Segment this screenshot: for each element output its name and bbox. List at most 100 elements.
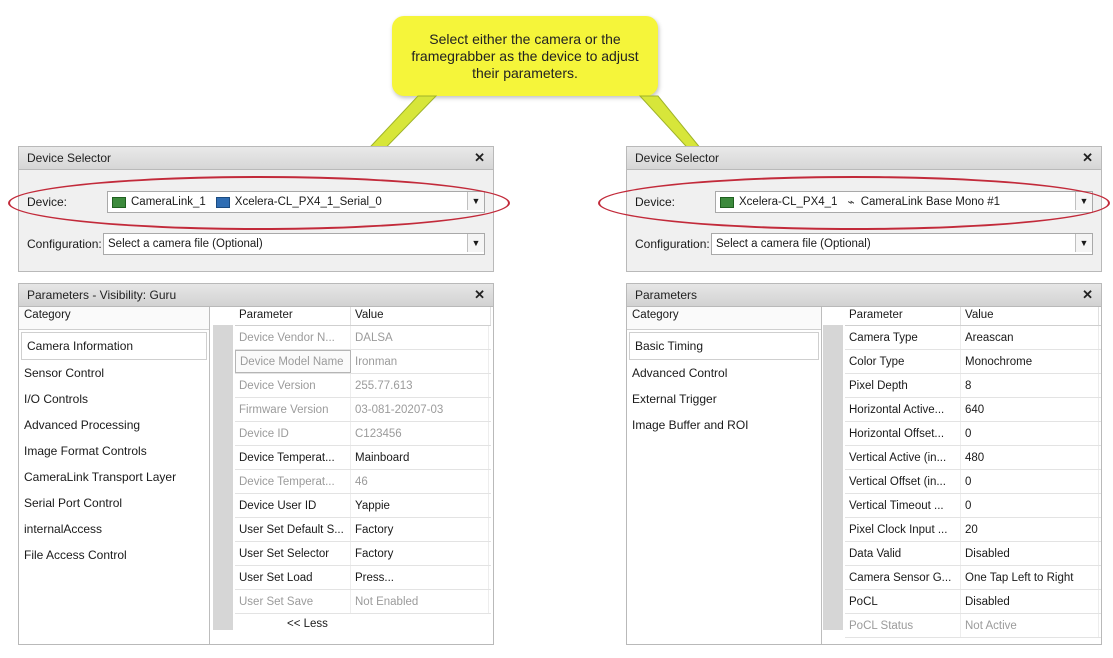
chevron-down-icon[interactable]: ▼ <box>1075 192 1092 210</box>
right-config-combo[interactable]: Select a camera file (Optional) ▼ <box>711 233 1093 255</box>
table-row[interactable]: Device ID C123456 <box>235 422 491 446</box>
table-row[interactable]: PoCL Disabled <box>845 590 1101 614</box>
parameter-value-cell[interactable]: Factory <box>351 542 489 565</box>
parameter-name-cell: Pixel Depth <box>845 374 961 397</box>
parameter-value-cell[interactable]: 03-081-20207-03 <box>351 398 489 421</box>
close-icon[interactable]: ✕ <box>474 287 485 303</box>
category-item[interactable]: Sensor Control <box>19 360 209 386</box>
table-row[interactable]: Device Model Name Ironman <box>235 350 491 374</box>
table-row[interactable]: Horizontal Offset... 0 <box>845 422 1101 446</box>
close-icon[interactable]: ✕ <box>1082 150 1093 166</box>
right-parameters-titlebar: Parameters ✕ <box>627 284 1101 307</box>
parameter-value-cell[interactable]: Factory <box>351 518 489 541</box>
parameter-value-cell[interactable]: Mainboard <box>351 446 489 469</box>
category-item[interactable]: Image Buffer and ROI <box>627 412 821 438</box>
table-row[interactable]: Device Temperat... 46 <box>235 470 491 494</box>
table-row[interactable]: Horizontal Active... 640 <box>845 398 1101 422</box>
camera-device-icon <box>112 196 126 208</box>
parameter-value-cell[interactable]: Areascan <box>961 326 1099 349</box>
table-row[interactable]: Color Type Monochrome <box>845 350 1101 374</box>
table-row[interactable]: Device Version 255.77.613 <box>235 374 491 398</box>
table-row[interactable]: Pixel Depth 8 <box>845 374 1101 398</box>
parameter-value-cell[interactable]: C123456 <box>351 422 489 445</box>
value-column-header: Value <box>351 307 491 325</box>
category-item[interactable]: I/O Controls <box>19 386 209 412</box>
parameter-value-cell[interactable]: 0 <box>961 470 1099 493</box>
less-button[interactable]: << Less <box>235 614 491 630</box>
parameter-value-cell[interactable]: 0 <box>961 422 1099 445</box>
parameter-name-cell: Camera Sensor G... <box>845 566 961 589</box>
parameter-value-cell[interactable]: 8 <box>961 374 1099 397</box>
category-item[interactable]: Serial Port Control <box>19 490 209 516</box>
right-parameters-panel: Parameters ✕ Category Basic Timing Advanc… <box>626 283 1102 645</box>
left-device-selector-title: Device Selector <box>27 151 112 165</box>
left-config-combo[interactable]: Select a camera file (Optional) ▼ <box>103 233 485 255</box>
category-item[interactable]: Image Format Controls <box>19 438 209 464</box>
close-icon[interactable]: ✕ <box>1082 287 1093 303</box>
parameter-name-cell: Device Model Name <box>235 350 351 373</box>
table-row[interactable]: Vertical Offset (in... 0 <box>845 470 1101 494</box>
category-item[interactable]: File Access Control <box>19 542 209 568</box>
parameter-name-cell: Device Vendor N... <box>235 326 351 349</box>
chevron-down-icon[interactable]: ▼ <box>467 234 484 252</box>
category-item[interactable]: Advanced Control <box>627 360 821 386</box>
parameter-name-cell: Data Valid <box>845 542 961 565</box>
parameter-name-cell: User Set Selector <box>235 542 351 565</box>
table-row[interactable]: User Set Save Not Enabled <box>235 590 491 614</box>
table-row[interactable]: Device Temperat... Mainboard <box>235 446 491 470</box>
table-row[interactable]: Data Valid Disabled <box>845 542 1101 566</box>
parameter-value-cell[interactable]: Yappie <box>351 494 489 517</box>
category-item[interactable]: internalAccess <box>19 516 209 542</box>
parameter-value-cell[interactable]: Disabled <box>961 542 1099 565</box>
parameter-name-cell: Color Type <box>845 350 961 373</box>
parameter-value-cell[interactable]: 255.77.613 <box>351 374 489 397</box>
config-label: Configuration: <box>635 237 710 251</box>
chevron-down-icon[interactable]: ▼ <box>467 192 484 210</box>
parameter-value-cell[interactable]: Not Active <box>961 614 1099 637</box>
left-table-header: Parameter Value <box>235 307 491 326</box>
parameter-value-cell[interactable]: Press... <box>351 566 489 589</box>
right-device-combo[interactable]: Xcelera-CL_PX4_1 ⌁ CameraLink Base Mono … <box>715 191 1093 213</box>
parameter-name-cell: Vertical Active (in... <box>845 446 961 469</box>
category-item[interactable]: Camera Information <box>21 332 207 360</box>
parameter-name-cell: Camera Type <box>845 326 961 349</box>
parameter-value-cell[interactable]: Not Enabled <box>351 590 489 613</box>
parameter-value-cell[interactable]: 0 <box>961 494 1099 517</box>
parameter-value-cell[interactable]: DALSA <box>351 326 489 349</box>
parameter-value-cell[interactable]: 46 <box>351 470 489 493</box>
parameter-value-cell[interactable]: 480 <box>961 446 1099 469</box>
table-row[interactable]: Firmware Version 03-081-20207-03 <box>235 398 491 422</box>
parameter-value-cell[interactable]: Monochrome <box>961 350 1099 373</box>
table-row[interactable]: Pixel Clock Input ... 20 <box>845 518 1101 542</box>
right-gutter <box>823 325 843 630</box>
table-row[interactable]: Vertical Timeout ... 0 <box>845 494 1101 518</box>
device-value-2: CameraLink Base Mono #1 <box>860 196 1001 208</box>
category-item[interactable]: CameraLink Transport Layer <box>19 464 209 490</box>
close-icon[interactable]: ✕ <box>474 150 485 166</box>
category-item[interactable]: Advanced Processing <box>19 412 209 438</box>
parameter-value-cell[interactable]: 640 <box>961 398 1099 421</box>
parameter-value-cell[interactable]: Disabled <box>961 590 1099 613</box>
table-row[interactable]: PoCL Status Not Active <box>845 614 1101 638</box>
table-row[interactable]: User Set Load Press... <box>235 566 491 590</box>
param-column-header: Parameter <box>845 307 961 325</box>
config-label: Configuration: <box>27 237 102 251</box>
category-item[interactable]: Basic Timing <box>629 332 819 360</box>
parameter-value-cell[interactable]: 20 <box>961 518 1099 541</box>
table-row[interactable]: Vertical Active (in... 480 <box>845 446 1101 470</box>
chevron-down-icon[interactable]: ▼ <box>1075 234 1092 252</box>
parameter-name-cell: User Set Save <box>235 590 351 613</box>
table-row[interactable]: Camera Type Areascan <box>845 326 1101 350</box>
table-row[interactable]: Device User ID Yappie <box>235 494 491 518</box>
table-row[interactable]: Device Vendor N... DALSA <box>235 326 491 350</box>
table-row[interactable]: User Set Selector Factory <box>235 542 491 566</box>
parameter-name-cell: Vertical Offset (in... <box>845 470 961 493</box>
parameter-value-cell[interactable]: Ironman <box>351 350 489 373</box>
table-row[interactable]: Camera Sensor G... One Tap Left to Right <box>845 566 1101 590</box>
table-row[interactable]: User Set Default S... Factory <box>235 518 491 542</box>
category-item[interactable]: External Trigger <box>627 386 821 412</box>
left-device-combo[interactable]: CameraLink_1 Xcelera-CL_PX4_1_Serial_0 ▼ <box>107 191 485 213</box>
value-column-header: Value <box>961 307 1099 325</box>
parameter-value-cell[interactable]: One Tap Left to Right <box>961 566 1099 589</box>
right-device-selector-titlebar: Device Selector ✕ <box>627 147 1101 170</box>
